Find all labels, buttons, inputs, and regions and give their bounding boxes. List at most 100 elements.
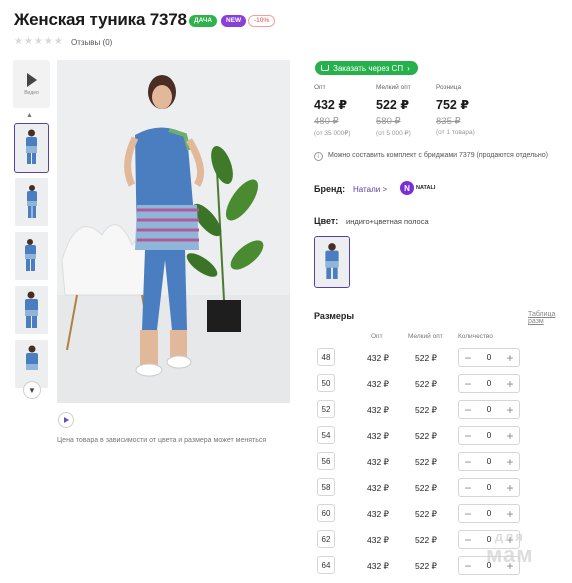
old-price: 835 ₽	[436, 116, 461, 127]
quantity-value[interactable]: 0	[487, 457, 491, 466]
quantity-value[interactable]: 0	[487, 405, 491, 414]
brand-link[interactable]: Натали >	[353, 185, 387, 194]
size-table-link[interactable]: Таблица разм	[528, 311, 572, 325]
chevron-up-icon[interactable]: ▲	[26, 112, 33, 119]
model-photo-thumb	[15, 286, 48, 334]
size-opt-price: 432 ₽	[367, 379, 389, 389]
play-icon	[26, 72, 37, 87]
badge-dacha: ДАЧА	[189, 15, 218, 27]
quantity-value[interactable]: 0	[487, 483, 491, 492]
plus-icon[interactable]: +	[505, 508, 515, 520]
quantity-stepper: − 0 +	[458, 374, 520, 393]
size-small-opt-price: 522 ₽	[415, 561, 437, 571]
minus-icon[interactable]: −	[463, 404, 473, 416]
quantity-value[interactable]: 0	[487, 509, 491, 518]
size-small-opt-price: 522 ₽	[415, 457, 437, 467]
size-opt-price: 432 ₽	[367, 405, 389, 415]
thumbnail-1[interactable]	[14, 123, 49, 173]
size-row: 58 432 ₽ 522 ₽ − 0 +	[0, 478, 572, 500]
brand-logo[interactable]: N NATALI	[400, 181, 435, 195]
column-header-opt: Опт	[371, 333, 383, 340]
quantity-stepper: − 0 +	[458, 426, 520, 445]
watermark-line2: мам	[486, 542, 534, 567]
minus-icon[interactable]: −	[463, 508, 473, 520]
star-icon: ★	[53, 36, 63, 47]
brand-label: Бренд:	[314, 184, 346, 194]
plus-icon[interactable]: +	[505, 404, 515, 416]
video-thumbnail[interactable]: Видео	[13, 60, 50, 108]
chevron-right-icon: ›	[407, 63, 410, 73]
color-value: индиго+цветная полоса	[346, 217, 429, 226]
size-small-opt-price: 522 ₽	[415, 431, 437, 441]
chevron-right-icon: >	[382, 185, 388, 194]
size-value[interactable]: 64	[317, 556, 335, 574]
badge-discount: -10%	[248, 15, 276, 27]
watermark: для мам	[486, 528, 534, 567]
size-row: 48 432 ₽ 522 ₽ − 0 +	[0, 348, 572, 370]
size-small-opt-price: 522 ₽	[415, 379, 437, 389]
minus-icon[interactable]: −	[463, 456, 473, 468]
quantity-value[interactable]: 0	[487, 353, 491, 362]
star-icon: ★	[14, 36, 23, 47]
price-column-opt: Опт 432 ₽ 480 ₽ (от 35 000₽)	[314, 84, 384, 137]
price-column-retail: Розница 752 ₽ 835 ₽ (от 1 товара)	[436, 84, 506, 136]
minus-icon[interactable]: −	[463, 378, 473, 390]
size-value[interactable]: 58	[317, 478, 335, 496]
size-row: 56 432 ₽ 522 ₽ − 0 +	[0, 452, 572, 474]
color-swatch-selected[interactable]	[314, 236, 350, 288]
minus-icon[interactable]: −	[463, 430, 473, 442]
rating-stars[interactable]: ★ ★ ★ ★ ★	[14, 37, 63, 47]
plus-icon[interactable]: +	[505, 378, 515, 390]
size-row: 60 432 ₽ 522 ₽ − 0 +	[0, 504, 572, 526]
brand-logo-text: NATALI	[416, 185, 436, 191]
thumbnail-3[interactable]	[15, 232, 48, 280]
price-condition: (от 1 товара)	[436, 129, 475, 136]
star-icon: ★	[23, 36, 33, 47]
minus-icon[interactable]: −	[463, 352, 473, 364]
minus-icon[interactable]: −	[463, 534, 473, 546]
size-value[interactable]: 52	[317, 400, 335, 418]
column-header-small-opt: Мелкий опт	[408, 333, 443, 340]
size-value[interactable]: 54	[317, 426, 335, 444]
size-value[interactable]: 48	[317, 348, 335, 366]
quantity-value[interactable]: 0	[487, 431, 491, 440]
model-photo-thumb	[15, 232, 48, 280]
size-opt-price: 432 ₽	[367, 535, 389, 545]
size-opt-price: 432 ₽	[367, 353, 389, 363]
plus-icon[interactable]: +	[505, 430, 515, 442]
size-value[interactable]: 62	[317, 530, 335, 548]
size-opt-price: 432 ₽	[367, 431, 389, 441]
order-via-sp-button[interactable]: Заказать через СП ›	[315, 61, 418, 75]
old-price: 480 ₽	[314, 116, 339, 127]
size-small-opt-price: 522 ₽	[415, 353, 437, 363]
quantity-stepper: − 0 +	[458, 348, 520, 367]
star-icon: ★	[33, 36, 43, 47]
plus-icon[interactable]: +	[505, 352, 515, 364]
color-swatch-photo	[315, 237, 349, 287]
minus-icon[interactable]: −	[463, 482, 473, 494]
price-value: 752 ₽	[436, 98, 470, 112]
cart-icon	[321, 65, 329, 71]
size-opt-price: 432 ₽	[367, 561, 389, 571]
size-value[interactable]: 56	[317, 452, 335, 470]
quantity-stepper: − 0 +	[458, 400, 520, 419]
quantity-value[interactable]: 0	[487, 379, 491, 388]
star-icon: ★	[43, 36, 53, 47]
size-row: 50 432 ₽ 522 ₽ − 0 +	[0, 374, 572, 396]
thumbnail-4[interactable]	[15, 286, 48, 334]
set-info-text: Можно составить комплект с бриджами 7379…	[328, 152, 549, 159]
quantity-stepper: − 0 +	[458, 504, 520, 523]
size-value[interactable]: 50	[317, 374, 335, 392]
model-photo-thumb	[15, 124, 48, 172]
minus-icon[interactable]: −	[463, 560, 473, 572]
video-label: Видео	[24, 89, 39, 96]
reviews-link[interactable]: Отзывы (0)	[71, 38, 112, 47]
model-photo-thumb	[15, 178, 48, 226]
thumbnail-2[interactable]	[15, 178, 48, 226]
price-label: Опт	[314, 84, 326, 91]
plus-icon[interactable]: +	[505, 456, 515, 468]
size-value[interactable]: 60	[317, 504, 335, 522]
size-opt-price: 432 ₽	[367, 483, 389, 493]
info-icon: i	[314, 152, 323, 161]
plus-icon[interactable]: +	[505, 482, 515, 494]
